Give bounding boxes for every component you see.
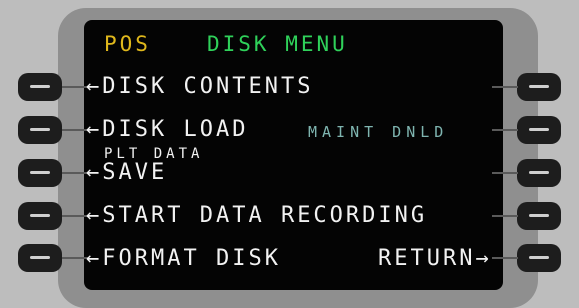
lsk-right-2[interactable] xyxy=(517,116,561,144)
left-arrow-icon: ← xyxy=(86,160,103,185)
option-disk-contents[interactable]: ←DISK CONTENTS xyxy=(86,76,313,98)
option-save[interactable]: ←SAVE xyxy=(86,162,167,184)
lsk-leader-right-2 xyxy=(492,129,518,131)
lsk-leader-right-4 xyxy=(492,215,518,217)
lsk-left-4[interactable] xyxy=(18,202,62,230)
menu-title: DISK MENU xyxy=(207,32,348,56)
option-start-recording-label: START DATA RECORDING xyxy=(102,203,428,228)
lsk-leader-right-1 xyxy=(492,86,518,88)
option-return-label: RETURN xyxy=(378,246,476,271)
left-arrow-icon: ← xyxy=(86,203,103,228)
lsk-left-2[interactable] xyxy=(18,116,62,144)
maint-dnld-label: MAINT DNLD xyxy=(308,123,449,141)
lsk-leader-right-3 xyxy=(492,172,518,174)
left-arrow-icon: ← xyxy=(86,246,103,271)
option-disk-load[interactable]: ←DISK LOAD xyxy=(86,119,248,141)
lsk-leader-left-2 xyxy=(62,129,88,131)
lsk-left-3[interactable] xyxy=(18,159,62,187)
left-arrow-icon: ← xyxy=(86,74,103,99)
lsk-leader-right-5 xyxy=(492,257,518,259)
lsk-leader-left-3 xyxy=(62,172,88,174)
lsk-leader-left-4 xyxy=(62,215,88,217)
lsk-left-5[interactable] xyxy=(18,244,62,272)
option-save-label: SAVE xyxy=(102,160,168,185)
option-disk-load-label: DISK LOAD xyxy=(102,117,249,142)
lsk-right-1[interactable] xyxy=(517,73,561,101)
option-disk-contents-label: DISK CONTENTS xyxy=(102,74,314,99)
option-format-disk[interactable]: ←FORMAT DISK xyxy=(86,248,281,270)
option-format-disk-label: FORMAT DISK xyxy=(102,246,281,271)
lsk-right-4[interactable] xyxy=(517,202,561,230)
lsk-left-1[interactable] xyxy=(18,73,62,101)
page-label: POS xyxy=(104,32,151,56)
lsk-leader-left-1 xyxy=(62,86,88,88)
save-caption: PLT DATA xyxy=(104,146,204,162)
lsk-right-3[interactable] xyxy=(517,159,561,187)
left-arrow-icon: ← xyxy=(86,117,103,142)
option-return[interactable]: RETURN→ xyxy=(378,248,492,270)
option-start-recording[interactable]: ←START DATA RECORDING xyxy=(86,205,427,227)
lsk-right-5[interactable] xyxy=(517,244,561,272)
lsk-leader-left-5 xyxy=(62,257,88,259)
right-arrow-icon: → xyxy=(475,246,492,271)
